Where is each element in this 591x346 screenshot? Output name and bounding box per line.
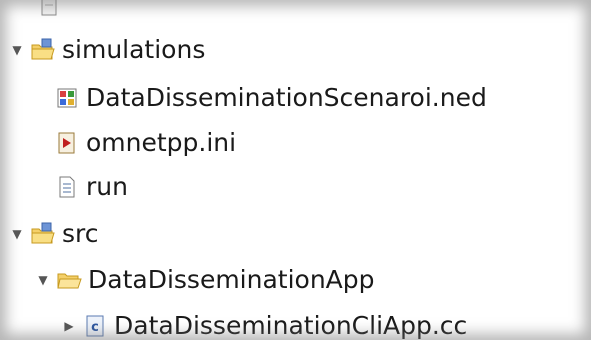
svg-text:c: c [91,320,99,335]
tree-item-ned-file[interactable]: DataDisseminationScenaroi.ned [54,78,487,118]
tree-item-data-dissemination-app[interactable]: ▼ DataDisseminationApp [36,260,375,300]
tree-item-label: run [86,172,128,201]
ini-file-icon [54,130,80,156]
expanded-arrow-icon[interactable]: ▼ [36,273,50,287]
project-folder-icon [30,221,56,247]
tree-item-ini-file[interactable]: omnetpp.ini [54,123,236,163]
tree-item-label: omnetpp.ini [86,128,237,157]
tree-item-partial [36,0,68,26]
tree-item-label: src [62,219,99,248]
tree-item-label: DataDisseminationCliApp.cc [114,311,468,340]
text-file-icon [54,174,80,200]
folder-icon [56,267,82,293]
tree-item-label: simulations [62,35,206,64]
collapsed-arrow-icon[interactable]: ▶ [62,319,76,333]
tree-item-run[interactable]: run [54,167,128,207]
tree-item-label: DataDisseminationScenaroi.ned [86,83,487,112]
tree-item-label: DataDisseminationApp [88,265,375,294]
project-folder-icon [30,37,56,63]
cpp-file-icon: c [82,313,108,339]
file-icon [36,0,62,19]
project-explorer-tree: ▼ simulations DataDisseminationScenaroi.… [0,0,591,340]
expanded-arrow-icon[interactable]: ▼ [10,227,24,241]
expanded-arrow-icon[interactable]: ▼ [10,43,24,57]
tree-item-simulations[interactable]: ▼ simulations [10,30,205,70]
tree-item-src[interactable]: ▼ src [10,214,99,254]
ned-file-icon [54,85,80,111]
tree-item-cc-file[interactable]: ▶ c DataDisseminationCliApp.cc [62,306,467,346]
